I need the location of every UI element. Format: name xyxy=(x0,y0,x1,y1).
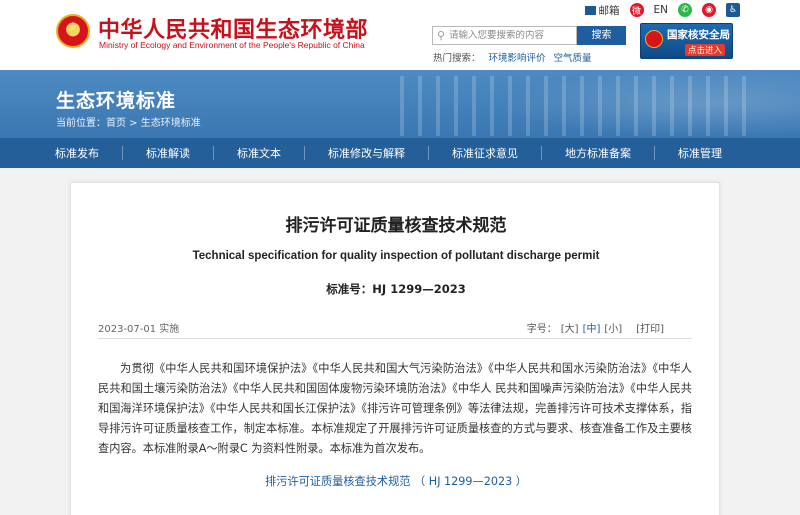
standard-number: 标准号：HJ 1299—2023 xyxy=(326,282,466,296)
nsa-emblem-icon xyxy=(645,30,663,48)
font-size-tools: 字号： [大] [中] [小] [打印] xyxy=(527,320,664,335)
nav-item-revision[interactable]: 标准修改与解释 xyxy=(317,145,416,161)
nav-item-local-filing[interactable]: 地方标准备案 xyxy=(554,145,642,161)
nav-item-consultation[interactable]: 标准征求意见 xyxy=(441,145,529,161)
nsa-banner-link[interactable]: 国家核安全局 点击进入 xyxy=(640,23,733,59)
article-body: 为贯彻《中华人民共和国环境保护法》《中华人民共和国大气污染防治法》《中华人民共和… xyxy=(98,362,692,455)
font-size-label: 字号： xyxy=(526,324,557,335)
section-title: 生态环境标准 xyxy=(56,90,177,112)
breadcrumb-prefix: 当前位置： xyxy=(56,118,106,129)
nsa-title: 国家核安全局 xyxy=(667,29,730,41)
article-title: 排污许可证质量核查技术规范 xyxy=(285,216,507,236)
print-button[interactable]: [打印] xyxy=(636,324,664,335)
nav-divider xyxy=(122,146,123,160)
nav-divider xyxy=(654,146,655,160)
mail-link[interactable]: 邮箱 xyxy=(584,3,620,18)
breadcrumb-separator: > xyxy=(126,118,141,129)
search-button[interactable]: 搜索 xyxy=(577,26,626,45)
font-size-small[interactable]: [小] xyxy=(604,324,622,335)
search-icon: ⚲ xyxy=(436,29,446,42)
main-nav: 标准发布 标准解读 标准文本 标准修改与解释 标准征求意见 地方标准备案 标准管… xyxy=(0,138,800,168)
wechat-icon[interactable]: ✆ xyxy=(678,3,692,17)
mail-label: 邮箱 xyxy=(598,4,620,17)
weibo-share-icon[interactable]: ◉ xyxy=(702,3,716,17)
site-title-en[interactable]: Ministry of Ecology and Environment of t… xyxy=(99,40,365,50)
divider xyxy=(98,338,692,339)
section-banner: 生态环境标准 当前位置：首页 > 生态环境标准 xyxy=(0,70,800,138)
hot-search: 热门搜索： 环境影响评价 空气质量 xyxy=(433,50,600,64)
top-links: 邮箱 微 EN ✆ ◉ ♿ xyxy=(584,2,740,18)
nav-item-management[interactable]: 标准管理 xyxy=(667,145,733,161)
national-emblem-icon[interactable] xyxy=(56,14,90,48)
accessibility-icon[interactable]: ♿ xyxy=(726,3,740,17)
nav-divider xyxy=(304,146,305,160)
hot-search-item[interactable]: 环境影响评价 xyxy=(489,53,546,64)
nav-divider xyxy=(541,146,542,160)
nsa-enter: 点击进入 xyxy=(685,44,726,56)
breadcrumb-current[interactable]: 生态环境标准 xyxy=(141,118,201,129)
site-header: 中华人民共和国生态环境部 Ministry of Ecology and Env… xyxy=(0,0,800,70)
nav-item-release[interactable]: 标准发布 xyxy=(44,145,110,161)
search-input[interactable] xyxy=(449,30,574,41)
nav-item-text[interactable]: 标准文本 xyxy=(226,145,292,161)
effective-date: 2023-07-01 实施 xyxy=(98,324,180,335)
font-size-large[interactable]: [大] xyxy=(561,324,579,335)
english-link[interactable]: EN xyxy=(654,4,669,16)
article-card: 排污许可证质量核查技术规范 Technical specification fo… xyxy=(70,182,720,515)
weibo-icon[interactable]: 微 xyxy=(629,3,644,17)
nav-divider xyxy=(428,146,429,160)
search-box: ⚲ xyxy=(432,26,577,45)
hot-search-label: 热门搜索： xyxy=(433,53,481,64)
mail-icon xyxy=(584,6,596,15)
document-download-link[interactable]: 排污许可证质量核查技术规范 （ HJ 1299—2023 ） xyxy=(71,473,721,489)
banner-pattern xyxy=(400,76,760,136)
nav-item-interpretation[interactable]: 标准解读 xyxy=(135,145,201,161)
breadcrumb: 当前位置：首页 > 生态环境标准 xyxy=(56,114,201,129)
font-size-medium[interactable]: [中] xyxy=(583,324,601,335)
breadcrumb-home[interactable]: 首页 xyxy=(106,118,126,129)
hot-search-item[interactable]: 空气质量 xyxy=(554,53,592,64)
article-title-en: Technical specification for quality insp… xyxy=(192,250,600,262)
nav-divider xyxy=(213,146,214,160)
